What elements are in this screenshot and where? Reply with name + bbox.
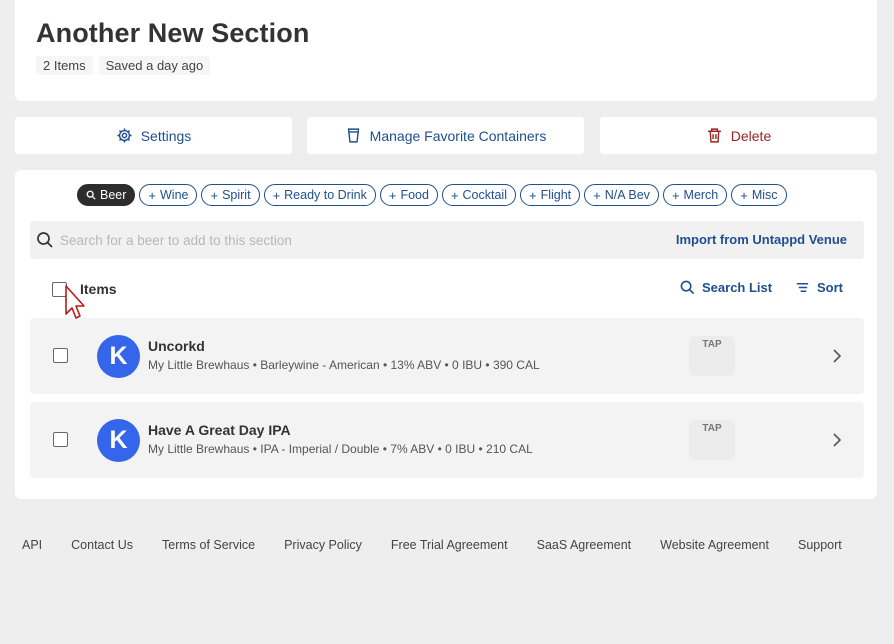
sort-label: Sort bbox=[817, 280, 843, 295]
category-label: Cocktail bbox=[462, 188, 507, 202]
delete-label: Delete bbox=[730, 127, 772, 144]
avatar: K bbox=[97, 335, 140, 378]
category-label: Ready to Drink bbox=[284, 188, 367, 202]
tap-badge: TAP bbox=[689, 420, 735, 460]
tap-badge: TAP bbox=[689, 336, 735, 376]
gear-icon bbox=[117, 128, 132, 143]
delete-button[interactable]: Delete bbox=[600, 117, 877, 154]
item-name: Uncorkd bbox=[148, 338, 205, 354]
plus-icon: + bbox=[388, 187, 397, 203]
footer-link-terms[interactable]: Terms of Service bbox=[162, 538, 255, 552]
category-pill-wine[interactable]: + Wine bbox=[139, 184, 198, 206]
saved-status: Saved a day ago bbox=[98, 56, 211, 75]
search-icon bbox=[86, 190, 96, 200]
footer-link-free-trial[interactable]: Free Trial Agreement bbox=[391, 538, 508, 552]
item-name: Have A Great Day IPA bbox=[148, 422, 291, 438]
section-header: Another New Section 2 Items Saved a day … bbox=[15, 0, 877, 101]
trash-icon bbox=[707, 128, 721, 143]
footer-link-saas[interactable]: SaaS Agreement bbox=[537, 538, 632, 552]
containers-label: Manage Favorite Containers bbox=[369, 127, 547, 144]
category-pill-misc[interactable]: + Misc bbox=[731, 184, 787, 206]
list-item[interactable]: K Uncorkd My Little Brewhaus • Barleywin… bbox=[30, 318, 864, 394]
sort-icon bbox=[796, 282, 809, 293]
settings-button[interactable]: Settings bbox=[15, 117, 292, 154]
category-label: Merch bbox=[683, 188, 719, 202]
category-pill-cocktail[interactable]: + Cocktail bbox=[441, 184, 516, 206]
chevron-right-icon bbox=[833, 433, 842, 447]
category-pill-ready-to-drink[interactable]: + Ready to Drink bbox=[263, 184, 376, 206]
category-label: Spirit bbox=[222, 188, 251, 202]
page: Another New Section 2 Items Saved a day … bbox=[0, 0, 894, 644]
cup-icon bbox=[347, 128, 359, 143]
footer-link-privacy[interactable]: Privacy Policy bbox=[284, 538, 362, 552]
footer-link-contact[interactable]: Contact Us bbox=[71, 538, 133, 552]
section-meta: 2 Items Saved a day ago bbox=[36, 56, 211, 75]
category-label: Wine bbox=[160, 188, 189, 202]
category-pill-na-bev[interactable]: + N/A Bev bbox=[584, 184, 659, 206]
category-label: Misc bbox=[751, 188, 778, 202]
manage-containers-button[interactable]: Manage Favorite Containers bbox=[307, 117, 584, 154]
category-label: Food bbox=[400, 188, 429, 202]
plus-icon: + bbox=[593, 187, 601, 203]
plus-icon: + bbox=[272, 187, 281, 203]
plus-icon: + bbox=[450, 187, 459, 203]
search-list-label: Search List bbox=[702, 280, 773, 295]
footer-link-website[interactable]: Website Agreement bbox=[660, 538, 769, 552]
plus-icon: + bbox=[671, 187, 680, 203]
items-label: Items bbox=[80, 281, 117, 297]
item-search-input[interactable] bbox=[60, 232, 640, 248]
plus-icon: + bbox=[529, 187, 537, 203]
category-label: Beer bbox=[100, 188, 127, 202]
category-filters: Beer + Wine + Spirit + Ready to Drink + Food… bbox=[77, 184, 787, 206]
item-details: My Little Brewhaus • IPA - Imperial / Do… bbox=[148, 442, 533, 456]
avatar: K bbox=[97, 419, 140, 462]
category-pill-merch[interactable]: + Merch bbox=[662, 184, 728, 206]
item-checkbox[interactable] bbox=[53, 348, 68, 363]
plus-icon: + bbox=[148, 187, 156, 203]
list-header: Items Search List Sort bbox=[52, 278, 864, 300]
item-details: My Little Brewhaus • Barleywine - Americ… bbox=[148, 358, 540, 372]
mouse-cursor-icon bbox=[65, 285, 85, 319]
section-items-card: Beer + Wine + Spirit + Ready to Drink + Food… bbox=[15, 170, 877, 499]
category-pill-flight[interactable]: + Flight bbox=[520, 184, 581, 206]
import-untappd-link[interactable]: Import from Untappd Venue bbox=[676, 232, 847, 247]
category-pill-spirit[interactable]: + Spirit bbox=[201, 184, 260, 206]
page-title: Another New Section bbox=[36, 18, 310, 48]
search-icon bbox=[37, 232, 53, 248]
item-checkbox[interactable] bbox=[53, 432, 68, 447]
sort-button[interactable]: Sort bbox=[795, 280, 843, 295]
footer-link-support[interactable]: Support bbox=[798, 538, 842, 552]
list-item[interactable]: K Have A Great Day IPA My Little Brewhau… bbox=[30, 402, 864, 478]
footer-links: API Contact Us Terms of Service Privacy … bbox=[22, 538, 842, 552]
category-pill-beer[interactable]: Beer bbox=[77, 184, 136, 206]
category-pill-food[interactable]: + Food bbox=[379, 184, 438, 206]
plus-icon: + bbox=[210, 187, 219, 203]
plus-icon: + bbox=[740, 187, 748, 203]
footer-link-api[interactable]: API bbox=[22, 538, 42, 552]
settings-label: Settings bbox=[140, 127, 192, 144]
item-search-bar: Import from Untappd Venue bbox=[30, 221, 864, 259]
item-count: 2 Items bbox=[36, 56, 93, 75]
search-list-button[interactable]: Search List bbox=[680, 280, 772, 295]
search-icon bbox=[680, 280, 695, 295]
category-label: N/A Bev bbox=[604, 188, 650, 202]
category-label: Flight bbox=[540, 188, 572, 202]
chevron-right-icon bbox=[833, 349, 842, 363]
